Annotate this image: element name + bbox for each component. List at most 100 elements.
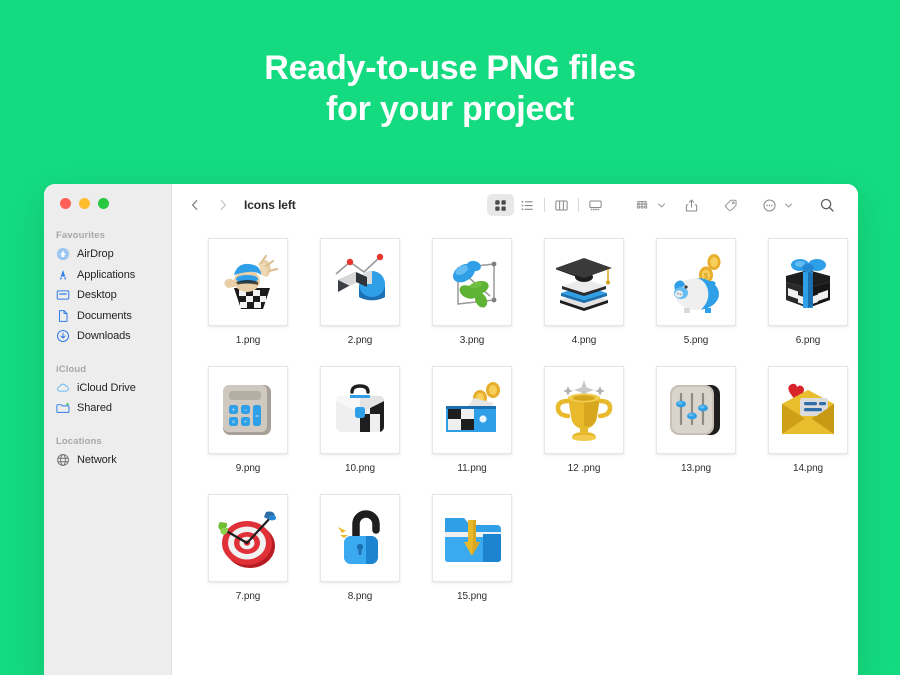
back-button[interactable] bbox=[184, 194, 206, 216]
chevron-down-icon[interactable] bbox=[657, 201, 666, 210]
sidebar-section-title: Locations bbox=[56, 435, 102, 447]
unlocked-padlock-icon bbox=[338, 510, 380, 564]
pie-chart-icon bbox=[335, 253, 385, 301]
file-thumbnail[interactable] bbox=[432, 366, 512, 454]
shared-folder-icon bbox=[56, 401, 70, 415]
sidebar-item-label: AirDrop bbox=[77, 248, 114, 261]
sidebar-group-icloud: iCloud iCloud Drive Shared bbox=[44, 364, 171, 419]
file-item-15[interactable]: 15.png bbox=[416, 494, 528, 602]
sidebar-item-documents[interactable]: Documents bbox=[44, 306, 171, 327]
sidebar-item-label: Documents bbox=[77, 309, 132, 322]
file-item-14[interactable]: 14.png bbox=[752, 366, 858, 474]
molecule-network-icon bbox=[452, 260, 497, 308]
column-view-button[interactable] bbox=[548, 194, 575, 216]
file-item-6[interactable]: 6.png bbox=[752, 238, 858, 346]
file-thumbnail[interactable]: $ bbox=[656, 238, 736, 326]
file-item-5[interactable]: $ 5.png bbox=[640, 238, 752, 346]
file-thumbnail[interactable] bbox=[544, 238, 624, 326]
file-item-9[interactable]: + − × ÷ = 9.png bbox=[192, 366, 304, 474]
file-thumbnail[interactable] bbox=[768, 238, 848, 326]
gallery-view-button[interactable] bbox=[582, 194, 609, 216]
graduation-cap-books-icon bbox=[556, 258, 612, 311]
chevron-down-icon[interactable] bbox=[784, 201, 793, 210]
airdrop-icon bbox=[56, 247, 70, 261]
sidebar-item-airdrop[interactable]: AirDrop bbox=[44, 244, 171, 265]
icon-view-button[interactable] bbox=[487, 194, 514, 216]
file-label: 15.png bbox=[457, 591, 487, 602]
forward-button[interactable] bbox=[212, 194, 234, 216]
list-view-button[interactable] bbox=[514, 194, 541, 216]
file-item-2[interactable]: 2.png bbox=[304, 238, 416, 346]
downloads-icon bbox=[56, 329, 70, 343]
file-item-10[interactable]: 10.png bbox=[304, 366, 416, 474]
file-item-11[interactable]: 11.png bbox=[416, 366, 528, 474]
page-headline: Ready-to-use PNG files for your project bbox=[0, 48, 900, 130]
file-label: 12 .png bbox=[567, 463, 601, 474]
sidebar-item-downloads[interactable]: Downloads bbox=[44, 326, 171, 347]
file-row: 7.png 8.png 15.png bbox=[192, 494, 840, 622]
file-label: 7.png bbox=[235, 591, 261, 602]
file-label: 5.png bbox=[683, 335, 709, 346]
target-arrows-icon bbox=[218, 511, 276, 568]
breadcrumb-title: Icons left bbox=[244, 198, 296, 212]
share-button[interactable] bbox=[678, 194, 705, 216]
toolbar-divider bbox=[578, 198, 579, 212]
sidebar-item-shared[interactable]: Shared bbox=[44, 398, 171, 419]
file-thumbnail[interactable] bbox=[320, 238, 400, 326]
file-thumbnail[interactable] bbox=[544, 366, 624, 454]
file-item-1[interactable]: 1.png bbox=[192, 238, 304, 346]
sidebar-item-label: iCloud Drive bbox=[77, 381, 136, 394]
file-item-7[interactable]: 7.png bbox=[192, 494, 304, 602]
sidebar-item-icloud-drive[interactable]: iCloud Drive bbox=[44, 378, 171, 399]
toolbar-actions bbox=[487, 194, 840, 216]
file-thumbnail[interactable] bbox=[320, 494, 400, 582]
sidebar-item-label: Desktop bbox=[77, 289, 117, 302]
window-controls bbox=[44, 195, 171, 211]
file-item-3[interactable]: 3.png bbox=[416, 238, 528, 346]
sidebar-item-desktop[interactable]: Desktop bbox=[44, 285, 171, 306]
file-thumbnail[interactable] bbox=[432, 494, 512, 582]
briefcase-icon bbox=[336, 384, 384, 432]
file-item-12[interactable]: 12 .png bbox=[528, 366, 640, 474]
file-thumbnail[interactable] bbox=[432, 238, 512, 326]
sidebar-section-title: Favourites bbox=[56, 230, 106, 241]
file-label: 6.png bbox=[795, 335, 821, 346]
file-thumbnail[interactable] bbox=[208, 238, 288, 326]
network-globe-icon bbox=[56, 453, 70, 467]
minimize-button[interactable] bbox=[79, 197, 90, 209]
svg-text:+: + bbox=[232, 408, 236, 414]
file-label: 13.png bbox=[681, 463, 711, 474]
headline-line-2: for your project bbox=[325, 90, 575, 128]
file-label: 11.png bbox=[457, 463, 487, 474]
file-thumbnail[interactable] bbox=[208, 494, 288, 582]
file-thumbnail[interactable] bbox=[320, 366, 400, 454]
sidebar-group-locations: Locations Network bbox=[44, 436, 171, 471]
close-button[interactable] bbox=[60, 197, 71, 209]
file-row: + − × ÷ = 9.png 10.png 11.png 12 .png 13… bbox=[192, 366, 848, 494]
svg-text:×: × bbox=[232, 420, 236, 426]
gift-box-icon bbox=[786, 259, 830, 308]
group-by-button[interactable] bbox=[629, 194, 656, 216]
sidebar-section-title: iCloud bbox=[56, 363, 87, 375]
main-pane: Icons left 1.png 2.png 3.png 4.png $ 5.p… bbox=[172, 184, 858, 675]
sidebar-item-network[interactable]: Network bbox=[44, 450, 171, 471]
file-thumbnail[interactable] bbox=[656, 366, 736, 454]
file-label: 8.png bbox=[347, 591, 373, 602]
more-actions-button[interactable] bbox=[756, 194, 783, 216]
file-label: 2.png bbox=[347, 335, 373, 346]
file-label: 4.png bbox=[571, 335, 597, 346]
zoom-button[interactable] bbox=[98, 197, 109, 209]
file-thumbnail[interactable] bbox=[768, 366, 848, 454]
sidebar-item-label: Shared bbox=[77, 402, 112, 415]
file-item-4[interactable]: 4.png bbox=[528, 238, 640, 346]
sidebar-item-applications[interactable]: Applications bbox=[44, 265, 171, 286]
search-button[interactable] bbox=[813, 194, 840, 216]
finder-window: Favourites AirDrop Applications Desktop bbox=[44, 184, 858, 675]
file-item-8[interactable]: 8.png bbox=[304, 494, 416, 602]
file-item-13[interactable]: 13.png bbox=[640, 366, 752, 474]
calculator-icon: + − × ÷ = bbox=[223, 385, 271, 435]
file-thumbnail[interactable]: + − × ÷ = bbox=[208, 366, 288, 454]
tag-button[interactable] bbox=[717, 194, 744, 216]
headline-line-1: Ready-to-use PNG files bbox=[264, 49, 636, 87]
svg-text:−: − bbox=[244, 408, 248, 414]
